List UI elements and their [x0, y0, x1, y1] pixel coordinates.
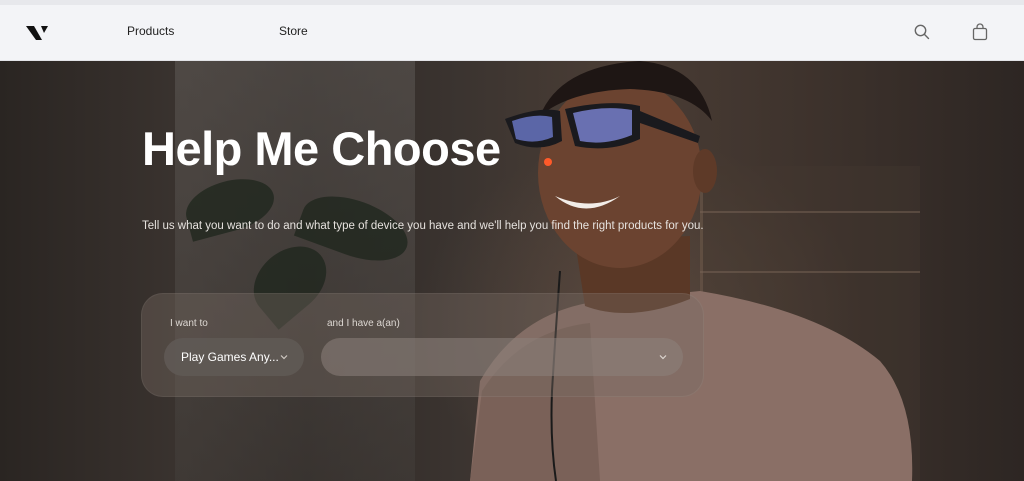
search-icon[interactable]	[912, 22, 932, 42]
want-dropdown[interactable]: Play Games Any...	[164, 338, 304, 376]
top-navbar: Products Store	[0, 5, 1024, 61]
nav-store-link[interactable]: Store	[279, 24, 308, 38]
product-chooser-panel: I want to and I have a(an) Play Games An…	[141, 293, 704, 397]
shopping-bag-icon[interactable]	[970, 22, 990, 42]
want-dropdown-value: Play Games Any...	[181, 350, 279, 364]
have-label: and I have a(an)	[327, 318, 400, 329]
hero-subtitle: Tell us what you want to do and what typ…	[142, 220, 704, 232]
accent-dot	[544, 158, 552, 166]
brand-logo-icon[interactable]	[24, 23, 52, 43]
chevron-down-icon	[280, 355, 288, 360]
device-dropdown[interactable]	[321, 338, 683, 376]
chevron-down-icon	[659, 355, 667, 360]
nav-products-link[interactable]: Products	[127, 24, 174, 38]
want-label: I want to	[170, 318, 208, 329]
hero-section: Help Me Choose Tell us what you want to …	[0, 61, 1024, 481]
hero-title: Help Me Choose	[142, 122, 501, 175]
